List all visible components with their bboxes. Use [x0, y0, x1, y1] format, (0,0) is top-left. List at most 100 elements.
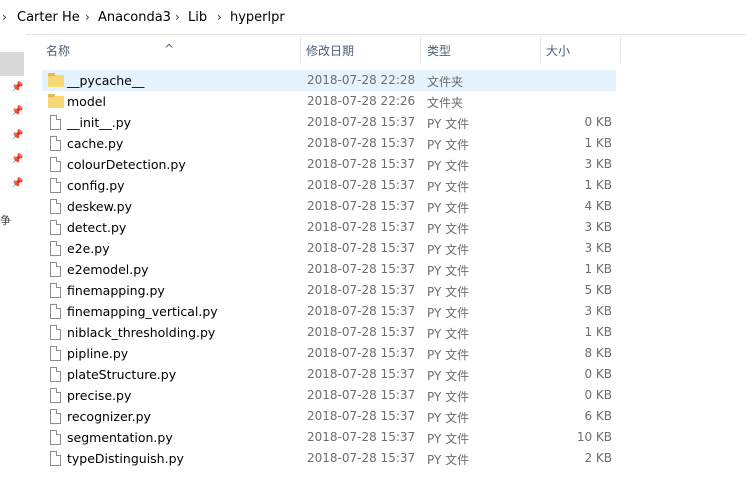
file-name: config.py [67, 178, 125, 193]
file-row[interactable]: colourDetection.py 2018-07-28 15:37 PY 文件 3… [42, 154, 616, 175]
file-size: 5 KB [584, 283, 612, 297]
file-size: 3 KB [584, 241, 612, 255]
folder-row[interactable]: model 2018-07-28 22:26 文件夹 [42, 91, 616, 112]
file-type: PY 文件 [427, 306, 470, 320]
column-header-type[interactable]: 类型 [427, 42, 451, 59]
file-row[interactable]: typeDistinguish.py 2018-07-28 15:37 PY 文件 2… [42, 448, 616, 469]
nav-item-label[interactable]: 争 [0, 212, 11, 228]
file-size: 3 KB [584, 220, 612, 234]
file-type: PY 文件 [427, 327, 470, 341]
file-name: model [67, 94, 106, 109]
file-icon [50, 346, 61, 361]
file-size: 3 KB [584, 157, 612, 171]
breadcrumb-item[interactable]: Carter He [17, 10, 80, 25]
file-type: PY 文件 [427, 201, 470, 215]
file-type: PY 文件 [427, 138, 470, 152]
modified-date: 2018-07-28 15:37 [307, 304, 416, 318]
folder-icon [48, 94, 64, 108]
breadcrumb-item[interactable]: Lib [188, 10, 207, 25]
file-row[interactable]: e2e.py 2018-07-28 15:37 PY 文件 3 KB [42, 238, 616, 259]
file-size: 1 KB [584, 178, 612, 192]
file-name: cache.py [67, 136, 124, 151]
modified-date: 2018-07-28 15:37 [307, 367, 416, 381]
file-icon [50, 367, 61, 382]
column-divider[interactable] [300, 36, 301, 62]
file-name: recognizer.py [67, 409, 151, 424]
file-name: __pycache__ [67, 73, 145, 88]
file-row[interactable]: cache.py 2018-07-28 15:37 PY 文件 1 KB [42, 133, 616, 154]
file-row[interactable]: niblack_thresholding.py 2018-07-28 15:37 P… [42, 322, 616, 343]
file-icon [50, 262, 61, 277]
modified-date: 2018-07-28 15:37 [307, 220, 416, 234]
file-icon [50, 136, 61, 151]
breadcrumb-chevron-icon[interactable]: › [2, 10, 7, 24]
file-icon [50, 325, 61, 340]
folder-row[interactable]: __pycache__ 2018-07-28 22:28 文件夹 [42, 70, 616, 91]
file-row[interactable]: __init__.py 2018-07-28 15:37 PY 文件 0 KB [42, 112, 616, 133]
breadcrumb-item[interactable]: hyperlpr [230, 10, 285, 25]
file-size: 10 KB [576, 430, 612, 444]
file-row[interactable]: finemapping.py 2018-07-28 15:37 PY 文件 5 KB [42, 280, 616, 301]
breadcrumb-item[interactable]: Anaconda3 [98, 10, 171, 25]
modified-date: 2018-07-28 22:26 [307, 94, 416, 108]
modified-date: 2018-07-28 15:37 [307, 157, 416, 171]
modified-date: 2018-07-28 15:37 [307, 283, 416, 297]
file-row[interactable]: segmentation.py 2018-07-28 15:37 PY 文件 10 K… [42, 427, 616, 448]
file-type: PY 文件 [427, 348, 470, 362]
file-row[interactable]: pipline.py 2018-07-28 15:37 PY 文件 8 KB [42, 343, 616, 364]
column-header-size[interactable]: 大小 [546, 42, 570, 59]
modified-date: 2018-07-28 15:37 [307, 409, 416, 423]
file-name: __init__.py [67, 115, 132, 130]
file-row[interactable]: recognizer.py 2018-07-28 15:37 PY 文件 6 KB [42, 406, 616, 427]
file-row[interactable]: config.py 2018-07-28 15:37 PY 文件 1 KB [42, 175, 616, 196]
address-bar[interactable]: › Carter He › Anaconda3 › Lib › hyperlpr [0, 0, 746, 35]
file-name: precise.py [67, 388, 132, 403]
file-name: pipline.py [67, 346, 129, 361]
modified-date: 2018-07-28 15:37 [307, 199, 416, 213]
column-divider[interactable] [620, 36, 621, 62]
file-size: 6 KB [584, 409, 612, 423]
file-name: typeDistinguish.py [67, 451, 184, 466]
file-size: 2 KB [584, 451, 612, 465]
modified-date: 2018-07-28 15:37 [307, 346, 416, 360]
file-name: plateStructure.py [67, 367, 177, 382]
file-name: finemapping.py [67, 283, 165, 298]
breadcrumb-chevron-icon[interactable]: › [217, 10, 222, 24]
modified-date: 2018-07-28 15:37 [307, 136, 416, 150]
file-icon [50, 283, 61, 298]
pin-icon[interactable]: 📌 [11, 107, 23, 117]
file-icon [50, 178, 61, 193]
column-header-date[interactable]: 修改日期 [306, 42, 354, 59]
file-icon [50, 430, 61, 445]
folder-icon [48, 73, 64, 87]
file-type: PY 文件 [427, 390, 470, 404]
modified-date: 2018-07-28 15:37 [307, 178, 416, 192]
file-row[interactable]: deskew.py 2018-07-28 15:37 PY 文件 4 KB [42, 196, 616, 217]
column-header-name[interactable]: 名称 [46, 42, 70, 59]
file-name: detect.py [67, 220, 127, 235]
breadcrumb-chevron-icon[interactable]: › [175, 10, 180, 24]
file-row[interactable]: detect.py 2018-07-28 15:37 PY 文件 3 KB [42, 217, 616, 238]
pin-icon[interactable]: 📌 [11, 83, 23, 93]
file-type: PY 文件 [427, 264, 470, 278]
file-name: finemapping_vertical.py [67, 304, 218, 319]
file-icon [50, 388, 61, 403]
file-type: 文件夹 [427, 96, 464, 110]
breadcrumb-chevron-icon[interactable]: › [85, 10, 90, 24]
pin-icon[interactable]: 📌 [11, 131, 23, 141]
file-row[interactable]: plateStructure.py 2018-07-28 15:37 PY 文件 0 … [42, 364, 616, 385]
file-row[interactable]: finemapping_vertical.py 2018-07-28 15:37 P… [42, 301, 616, 322]
file-name: niblack_thresholding.py [67, 325, 216, 340]
file-icon [50, 409, 61, 424]
pin-icon[interactable]: 📌 [11, 155, 23, 165]
pin-icon[interactable]: 📌 [11, 179, 23, 189]
column-divider[interactable] [540, 36, 541, 62]
file-icon [50, 157, 61, 172]
file-row[interactable]: precise.py 2018-07-28 15:37 PY 文件 0 KB [42, 385, 616, 406]
file-row[interactable]: e2emodel.py 2018-07-28 15:37 PY 文件 1 KB [42, 259, 616, 280]
file-type: PY 文件 [427, 159, 470, 173]
file-size: 3 KB [584, 304, 612, 318]
modified-date: 2018-07-28 15:37 [307, 325, 416, 339]
column-divider[interactable] [420, 36, 421, 62]
file-size: 1 KB [584, 325, 612, 339]
